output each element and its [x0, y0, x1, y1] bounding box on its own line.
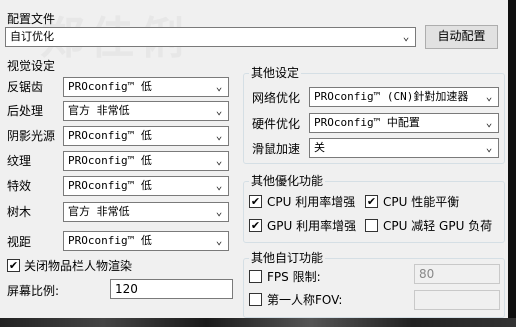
chevron-down-icon: ⌄ [485, 116, 493, 129]
chevron-down-icon: ⌄ [215, 154, 223, 167]
fps-limit-input[interactable]: 80 [414, 264, 500, 284]
post-processing-value: 官方 非常低 [68, 104, 130, 117]
cpu-balance-label: CPU 性能平衡 [383, 195, 460, 209]
effects-value: PROconfig™ 低 [68, 179, 152, 192]
profile-select[interactable]: 自订优化 ⌄ [5, 27, 416, 47]
cpu-offload-checkbox[interactable] [365, 219, 378, 232]
profile-title: 配置文件 [7, 12, 56, 26]
fov-input[interactable] [414, 290, 500, 310]
label-textures: 纹理 [7, 154, 32, 168]
cpu-offload-label: CPU 减轻 GPU 负荷 [383, 219, 493, 233]
window-edge [508, 0, 516, 327]
label-foliage: 树木 [7, 205, 32, 219]
other-settings-title: 其他设定 [249, 66, 302, 80]
network-opt-select[interactable]: PROconfig™ (CN)針對加速器 ⌄ [309, 87, 499, 107]
view-distance-value: PROconfig™ 低 [68, 234, 152, 247]
optimize-title: 其他優化功能 [249, 174, 326, 188]
hardware-opt-value: PROconfig™ 中配置 [314, 116, 420, 129]
mouse-accel-value: 关 [314, 141, 325, 154]
effects-select[interactable]: PROconfig™ 低 ⌄ [63, 176, 229, 196]
chevron-down-icon: ⌄ [215, 234, 223, 247]
taskbar-strip [0, 318, 516, 327]
chevron-down-icon: ⌄ [215, 129, 223, 142]
gpu-boost-label: GPU 利用率增强 [267, 219, 357, 233]
label-effects: 特效 [7, 179, 32, 193]
anti-aliasing-select[interactable]: PROconfig™ 低 ⌄ [63, 77, 229, 97]
cpu-balance-checkbox[interactable]: ✔ [365, 195, 378, 208]
textures-value: PROconfig™ 低 [68, 154, 152, 167]
mouse-accel-select[interactable]: 关 ⌄ [309, 138, 499, 158]
cpu-boost-checkbox[interactable]: ✔ [249, 195, 262, 208]
custom-title: 其他自订功能 [249, 251, 326, 265]
label-view-distance: 视距 [7, 235, 32, 249]
network-opt-value: PROconfig™ (CN)針對加速器 [314, 90, 469, 103]
label-shadows: 阴影光源 [7, 129, 56, 143]
hardware-opt-select[interactable]: PROconfig™ 中配置 ⌄ [309, 113, 499, 133]
textures-select[interactable]: PROconfig™ 低 ⌄ [63, 151, 229, 171]
foliage-value: 官方 非常低 [68, 205, 130, 218]
chevron-down-icon: ⌄ [215, 80, 223, 93]
auto-config-button[interactable]: 自动配置 [425, 25, 498, 49]
chevron-down-icon: ⌄ [485, 141, 493, 154]
visual-settings-title: 视觉设定 [7, 59, 56, 73]
gpu-boost-checkbox[interactable]: ✔ [249, 219, 262, 232]
fov-label: 第一人称FOV: [267, 293, 343, 307]
profile-select-value: 自订优化 [10, 30, 54, 43]
chevron-down-icon: ⌄ [215, 179, 223, 192]
chevron-down-icon: ⌄ [402, 30, 410, 43]
label-post-processing: 后处理 [7, 104, 44, 118]
optimize-group [243, 181, 505, 243]
label-anti-aliasing: 反锯齿 [7, 80, 44, 94]
label-mouse-accel: 滑鼠加速 [252, 142, 301, 156]
label-hardware-opt: 硬件优化 [252, 117, 301, 131]
anti-aliasing-value: PROconfig™ 低 [68, 80, 152, 93]
disable-items-render-label: 关闭物品栏人物渲染 [24, 259, 133, 273]
post-processing-select[interactable]: 官方 非常低 ⌄ [63, 101, 229, 121]
fps-limit-checkbox[interactable] [249, 270, 262, 283]
fov-checkbox[interactable] [249, 293, 262, 306]
cpu-boost-label: CPU 利用率增强 [267, 195, 356, 209]
foliage-select[interactable]: 官方 非常低 ⌄ [63, 202, 229, 222]
shadows-select[interactable]: PROconfig™ 低 ⌄ [63, 126, 229, 146]
screen-ratio-label: 屏幕比例: [7, 284, 60, 298]
shadows-value: PROconfig™ 低 [68, 129, 152, 142]
disable-items-render-checkbox[interactable]: ✔ [7, 259, 20, 272]
chevron-down-icon: ⌄ [485, 90, 493, 103]
view-distance-select[interactable]: PROconfig™ 低 ⌄ [63, 231, 229, 251]
fps-limit-label: FPS 限制: [267, 270, 321, 284]
label-network-opt: 网络优化 [252, 91, 301, 105]
screen-ratio-input[interactable]: 120 [110, 279, 233, 299]
chevron-down-icon: ⌄ [215, 104, 223, 117]
chevron-down-icon: ⌄ [215, 205, 223, 218]
